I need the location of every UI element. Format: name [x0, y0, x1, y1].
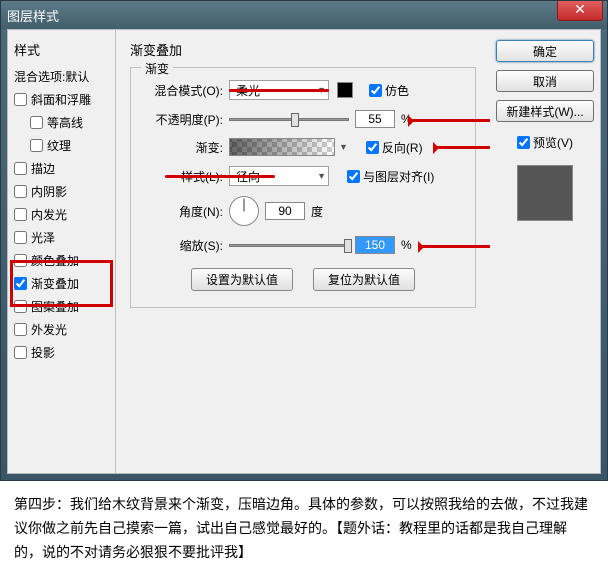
sidebar-item[interactable]: 渐变叠加: [12, 272, 111, 295]
sidebar-item[interactable]: 光泽: [12, 226, 111, 249]
fieldset-legend: 渐变: [141, 60, 173, 77]
sidebar-item[interactable]: 投影: [12, 341, 111, 364]
sidebar-blend-options[interactable]: 混合选项:默认: [12, 65, 111, 88]
sidebar-item[interactable]: 描边: [12, 157, 111, 180]
angle-label: 角度(N):: [145, 203, 223, 220]
dialog-content: 样式 混合选项:默认 斜面和浮雕等高线纹理描边内阴影内发光光泽颜色叠加渐变叠加图…: [7, 29, 601, 474]
gradient-preview[interactable]: [229, 138, 335, 156]
tutorial-caption: 第四步：我们给木纹背景来个渐变，压暗边角。具体的参数，可以按照我给的去做，不过我…: [0, 481, 608, 576]
scale-label: 缩放(S):: [145, 237, 223, 254]
opacity-slider[interactable]: [229, 110, 349, 128]
ok-button[interactable]: 确定: [496, 40, 594, 62]
angle-input[interactable]: [265, 202, 305, 220]
scale-slider[interactable]: [229, 236, 349, 254]
color-swatch[interactable]: [337, 82, 353, 98]
sidebar-item[interactable]: 颜色叠加: [12, 249, 111, 272]
gradient-fieldset: 渐变 混合模式(O): 柔光▼ 仿色 不透明度(P): %: [130, 67, 476, 308]
sidebar-item[interactable]: 外发光: [12, 318, 111, 341]
opacity-input[interactable]: [355, 110, 395, 128]
gradient-label: 渐变:: [145, 139, 223, 156]
titlebar[interactable]: 图层样式 ✕: [1, 1, 607, 29]
reset-default-button[interactable]: 复位为默认值: [313, 268, 415, 291]
cancel-button[interactable]: 取消: [496, 70, 594, 92]
close-button[interactable]: ✕: [557, 1, 603, 21]
sidebar-item[interactable]: 图案叠加: [12, 295, 111, 318]
set-default-button[interactable]: 设置为默认值: [191, 268, 293, 291]
blend-mode-label: 混合模式(O):: [145, 82, 223, 99]
sidebar-item[interactable]: 内阴影: [12, 180, 111, 203]
opacity-label: 不透明度(P):: [145, 111, 223, 128]
chevron-down-icon: ▼: [317, 171, 326, 181]
preview-swatch: [517, 165, 573, 221]
reverse-checkbox[interactable]: 反向(R): [366, 139, 423, 156]
sidebar-item[interactable]: 内发光: [12, 203, 111, 226]
sidebar-item[interactable]: 纹理: [12, 134, 111, 157]
window-title: 图层样式: [7, 6, 59, 25]
scale-input[interactable]: [355, 236, 395, 254]
angle-dial[interactable]: [229, 196, 259, 226]
sidebar-title: 样式: [12, 36, 111, 65]
chevron-down-icon[interactable]: ▼: [339, 142, 348, 152]
group-title: 渐变叠加: [130, 40, 476, 59]
preview-checkbox[interactable]: 预览(V): [517, 134, 573, 151]
dither-checkbox[interactable]: 仿色: [369, 82, 409, 99]
new-style-button[interactable]: 新建样式(W)...: [496, 100, 594, 122]
styles-sidebar: 样式 混合选项:默认 斜面和浮雕等高线纹理描边内阴影内发光光泽颜色叠加渐变叠加图…: [8, 30, 116, 473]
right-panel: 确定 取消 新建样式(W)... 预览(V): [490, 30, 600, 473]
sidebar-item[interactable]: 等高线: [12, 111, 111, 134]
align-checkbox[interactable]: 与图层对齐(I): [347, 168, 434, 185]
layer-style-dialog: 图层样式 ✕ 样式 混合选项:默认 斜面和浮雕等高线纹理描边内阴影内发光光泽颜色…: [0, 0, 608, 481]
sidebar-item[interactable]: 斜面和浮雕: [12, 88, 111, 111]
main-panel: 渐变叠加 渐变 混合模式(O): 柔光▼ 仿色 不透明度(P):: [116, 30, 490, 473]
